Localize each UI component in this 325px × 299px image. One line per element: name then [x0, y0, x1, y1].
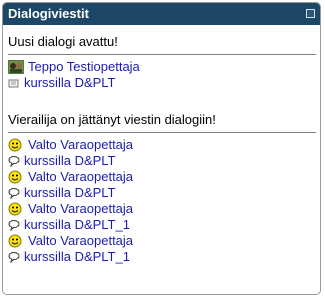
visitor-course-link[interactable]: kurssilla D&PLT_1 [24, 217, 130, 233]
visitor-course-link[interactable]: kurssilla D&PLT [24, 185, 116, 201]
new-dialog-course-row[interactable]: kurssilla D&PLT [8, 75, 316, 91]
visitor-user-row[interactable]: Valto Varaopettaja [8, 233, 316, 249]
new-dialog-heading: Uusi dialogi avattu! [8, 34, 118, 49]
new-dialog-course-link[interactable]: kurssilla D&PLT [24, 75, 116, 91]
block-header: Dialogiviestit [3, 3, 320, 25]
divider [8, 132, 316, 133]
visitor-user-row[interactable]: Valto Varaopettaja [8, 201, 316, 217]
smiley-icon [8, 170, 22, 184]
visitor-user-link[interactable]: Valto Varaopettaja [28, 201, 133, 217]
speech-bubble-icon [8, 156, 20, 167]
visitor-course-link[interactable]: kurssilla D&PLT_1 [24, 249, 130, 265]
block-content: Uusi dialogi avattu! Teppo Testiopettaja… [3, 34, 320, 265]
visitor-course-row[interactable]: kurssilla D&PLT [8, 185, 316, 201]
speech-bubble-icon [8, 220, 20, 231]
speech-bubble-icon [8, 252, 20, 263]
visitor-messages-heading: Vierailija on jättänyt viestin dialogiin… [8, 112, 216, 127]
divider [8, 54, 316, 55]
hide-block-icon[interactable] [306, 9, 315, 18]
visitor-user-row[interactable]: Valto Varaopettaja [8, 169, 316, 185]
visitor-user-row[interactable]: Valto Varaopettaja [8, 137, 316, 153]
course-icon [8, 79, 19, 88]
visitor-course-row[interactable]: kurssilla D&PLT_1 [8, 249, 316, 265]
smiley-icon [8, 202, 22, 216]
visitor-user-link[interactable]: Valto Varaopettaja [28, 137, 133, 153]
speech-bubble-icon [8, 188, 20, 199]
visitor-course-row[interactable]: kurssilla D&PLT_1 [8, 217, 316, 233]
dialog-messages-block: Dialogiviestit Uusi dialogi avattu! Tepp… [2, 2, 321, 295]
block-title: Dialogiviestit [8, 6, 89, 21]
visitor-user-link[interactable]: Valto Varaopettaja [28, 233, 133, 249]
visitor-user-link[interactable]: Valto Varaopettaja [28, 169, 133, 185]
smiley-icon [8, 138, 22, 152]
visitor-course-link[interactable]: kurssilla D&PLT [24, 153, 116, 169]
user-photo-icon [8, 60, 24, 74]
new-dialog-user-link[interactable]: Teppo Testiopettaja [28, 59, 140, 75]
smiley-icon [8, 234, 22, 248]
new-dialog-user-row[interactable]: Teppo Testiopettaja [8, 59, 316, 75]
visitor-course-row[interactable]: kurssilla D&PLT [8, 153, 316, 169]
